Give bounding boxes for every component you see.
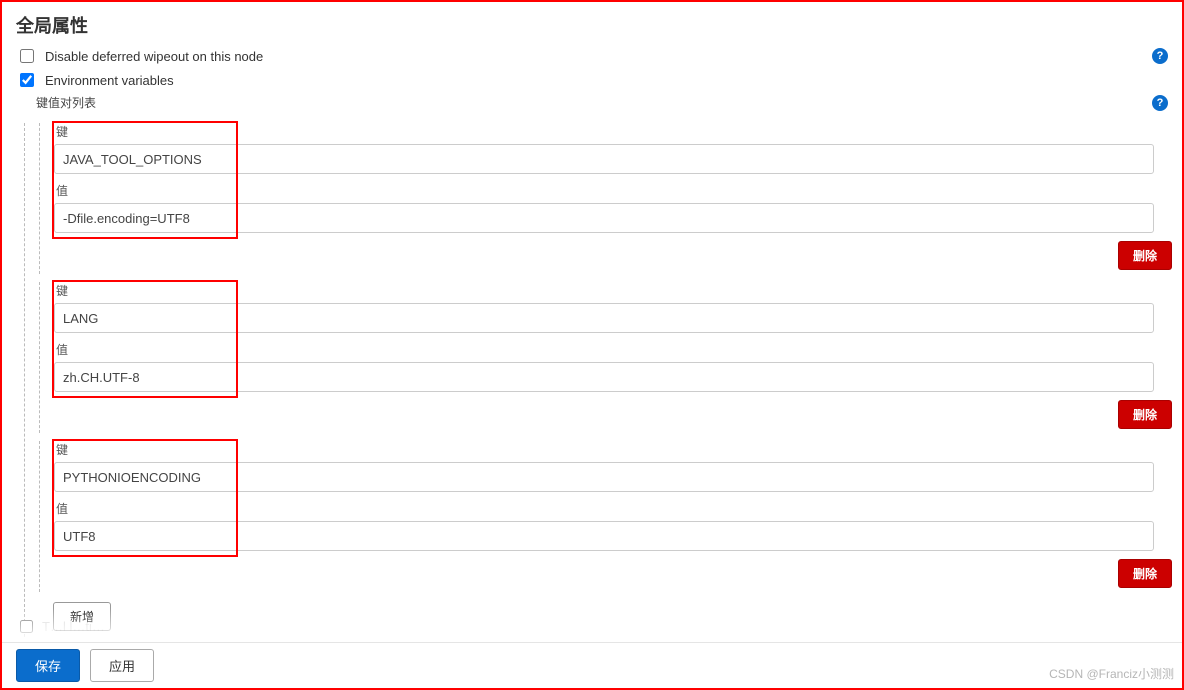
apply-button[interactable]: 应用 bbox=[90, 649, 154, 682]
value-label: 值 bbox=[56, 500, 1182, 517]
value-input[interactable] bbox=[54, 521, 1154, 551]
value-label: 值 bbox=[56, 341, 1182, 358]
kv-list-label: 键值对列表 bbox=[36, 94, 96, 111]
help-icon[interactable]: ? bbox=[1152, 48, 1168, 64]
env-vars-row: Environment variables bbox=[2, 68, 1182, 92]
key-label: 键 bbox=[56, 123, 1182, 140]
delete-button[interactable]: 删除 bbox=[1118, 400, 1172, 429]
delete-row: 删除 bbox=[54, 233, 1182, 274]
page-title: 全局属性 bbox=[2, 2, 1182, 44]
env-vars-checkbox[interactable] bbox=[20, 73, 34, 87]
cutoff-checkbox-row: T…l l…ti… bbox=[16, 617, 105, 636]
help-icon[interactable]: ? bbox=[1152, 95, 1168, 111]
bottom-bar: 保存 应用 bbox=[2, 642, 1182, 688]
delete-button[interactable]: 删除 bbox=[1118, 559, 1172, 588]
value-input[interactable] bbox=[54, 203, 1154, 233]
disable-wipeout-label: Disable deferred wipeout on this node bbox=[45, 49, 263, 64]
disable-wipeout-row: Disable deferred wipeout on this node ? bbox=[2, 44, 1182, 68]
cutoff-checkbox[interactable] bbox=[20, 620, 33, 633]
key-input[interactable] bbox=[54, 144, 1154, 174]
config-window: 全局属性 Disable deferred wipeout on this no… bbox=[0, 0, 1184, 690]
kv-item: 键 值 删除 bbox=[39, 123, 1182, 274]
kv-item: 键 值 删除 bbox=[39, 441, 1182, 592]
cutoff-label: T…l l…ti… bbox=[42, 619, 105, 634]
kv-list: 键 值 删除 键 值 删除 键 值 删除 bbox=[24, 123, 1182, 637]
key-input[interactable] bbox=[54, 462, 1154, 492]
kv-item: 键 值 删除 bbox=[39, 282, 1182, 433]
save-button[interactable]: 保存 bbox=[16, 649, 80, 682]
key-input[interactable] bbox=[54, 303, 1154, 333]
delete-row: 删除 bbox=[54, 551, 1182, 592]
kv-list-section: 键值对列表 ? bbox=[2, 92, 1182, 115]
value-label: 值 bbox=[56, 182, 1182, 199]
key-label: 键 bbox=[56, 282, 1182, 299]
delete-row: 删除 bbox=[54, 392, 1182, 433]
env-vars-label: Environment variables bbox=[45, 73, 174, 88]
delete-button[interactable]: 删除 bbox=[1118, 241, 1172, 270]
key-label: 键 bbox=[56, 441, 1182, 458]
disable-wipeout-checkbox[interactable] bbox=[20, 49, 34, 63]
value-input[interactable] bbox=[54, 362, 1154, 392]
